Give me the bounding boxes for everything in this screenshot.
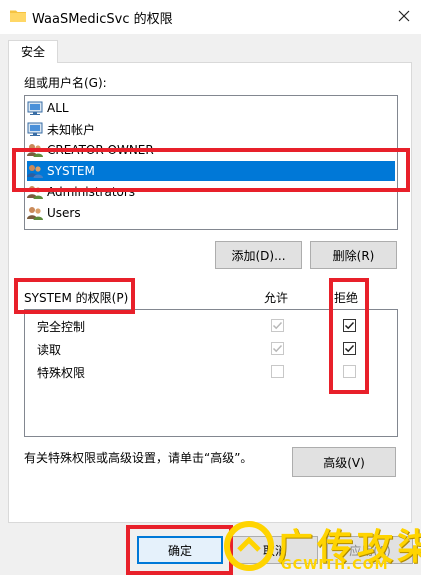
- permissions-label: SYSTEM 的权限(P): [24, 291, 129, 305]
- add-button[interactable]: 添加(D)...: [215, 241, 302, 269]
- user-label: 未知帐户: [47, 122, 96, 137]
- network-icon: [27, 122, 43, 136]
- permission-name: 完全控制: [37, 320, 86, 334]
- allow-read-checkbox: [271, 342, 284, 355]
- permission-name: 特殊权限: [37, 366, 86, 380]
- ok-button[interactable]: 确定: [137, 536, 223, 564]
- deny-full-control-checkbox[interactable]: [343, 319, 356, 332]
- users-icon: [27, 144, 43, 157]
- permission-name: 读取: [37, 343, 62, 357]
- deny-read-checkbox[interactable]: [343, 342, 356, 355]
- remove-button[interactable]: 删除(R): [310, 241, 397, 269]
- deny-column-header: 拒绝: [334, 291, 359, 305]
- deny-special-checkbox: [343, 365, 356, 378]
- list-item-all[interactable]: ALL: [27, 98, 395, 118]
- check-icon: [344, 321, 355, 330]
- list-item-users[interactable]: Users: [27, 203, 395, 223]
- check-icon: [272, 344, 283, 353]
- users-list[interactable]: ALL 未知帐户 CREATOR OWNER SYSTEM Administra…: [24, 95, 398, 230]
- users-icon: [27, 165, 43, 178]
- check-icon: [344, 344, 355, 353]
- list-item-system[interactable]: SYSTEM: [27, 161, 395, 181]
- title-bar: WaaSMedicSvc 的权限: [0, 0, 421, 34]
- permission-row-special: 特殊权限: [37, 361, 387, 381]
- allow-column-header: 允许: [264, 291, 289, 305]
- list-item-creator-owner[interactable]: CREATOR OWNER: [27, 140, 395, 160]
- check-icon: [272, 321, 283, 330]
- user-label: ALL: [47, 101, 69, 115]
- window-title: WaaSMedicSvc 的权限: [32, 12, 173, 27]
- allow-full-control-checkbox: [271, 319, 284, 332]
- user-label: Users: [47, 206, 81, 220]
- users-icon: [27, 186, 43, 199]
- close-button[interactable]: [390, 2, 418, 30]
- folder-icon: [10, 10, 26, 22]
- advanced-note: 有关特殊权限或高级设置，请单击“高级”。: [24, 451, 253, 465]
- network-icon: [27, 101, 43, 115]
- user-label: Administrators: [47, 185, 136, 199]
- allow-special-checkbox: [271, 365, 284, 378]
- apply-button[interactable]: 应用(A): [327, 536, 413, 564]
- permissions-list: 完全控制 读取 特殊权限: [24, 309, 398, 437]
- list-item-unknown-account[interactable]: 未知帐户: [27, 119, 395, 139]
- user-label: SYSTEM: [47, 164, 95, 178]
- close-icon: [398, 10, 410, 22]
- permission-row-read: 读取: [37, 338, 387, 358]
- user-label: CREATOR OWNER: [47, 143, 154, 157]
- groups-label: 组或用户名(G):: [24, 76, 107, 90]
- permission-row-full-control: 完全控制: [37, 315, 387, 335]
- cancel-button[interactable]: 取消: [232, 536, 318, 564]
- advanced-button[interactable]: 高级(V): [292, 447, 396, 477]
- users-icon: [27, 207, 43, 220]
- tab-security[interactable]: 安全: [8, 40, 58, 63]
- list-item-administrators[interactable]: Administrators: [27, 182, 395, 202]
